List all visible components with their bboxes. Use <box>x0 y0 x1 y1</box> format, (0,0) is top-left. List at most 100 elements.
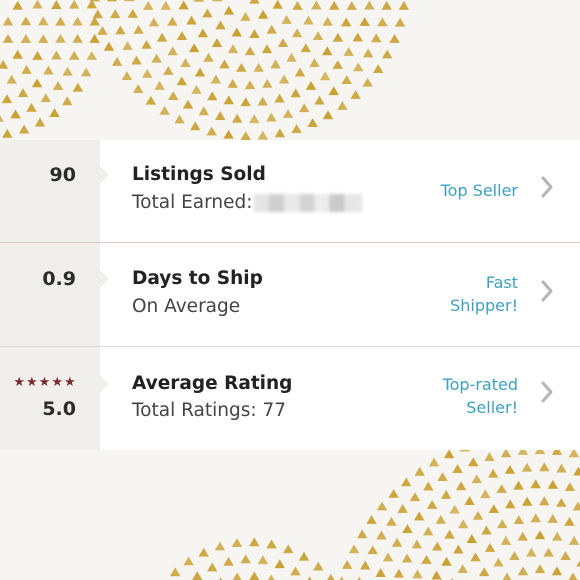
gold-triangle <box>223 130 233 139</box>
gold-triangle <box>183 556 193 565</box>
gold-triangle <box>564 517 574 526</box>
row-notch <box>100 166 109 184</box>
gold-triangle <box>69 0 79 9</box>
gold-triangle <box>21 34 31 43</box>
chevron-right-icon[interactable] <box>541 381 553 403</box>
gold-triangle <box>266 113 276 122</box>
gold-triangle <box>12 1 22 10</box>
gold-triangle <box>488 469 498 478</box>
gold-triangle <box>323 110 333 119</box>
gold-triangle <box>87 51 97 60</box>
gold-triangle <box>168 91 178 100</box>
gold-triangle <box>473 511 483 520</box>
gold-triangle <box>89 17 99 26</box>
gold-triangle <box>215 542 225 551</box>
gold-triangle <box>207 127 217 136</box>
gold-triangle <box>513 481 523 490</box>
total-earned-text: Total Earned: <box>132 192 362 213</box>
gold-triangle <box>569 450 579 457</box>
gold-triangle <box>192 571 202 580</box>
gold-triangle <box>320 71 330 80</box>
gold-triangle <box>291 88 301 97</box>
gold-triangle <box>159 106 169 115</box>
gold-triangle <box>207 563 217 572</box>
gold-triangle <box>399 1 409 10</box>
gold-triangle <box>441 557 451 566</box>
gold-triangle <box>322 46 332 55</box>
listings-sold-title: Listings Sold <box>132 164 266 185</box>
gold-triangle <box>270 60 280 69</box>
gold-triangle <box>382 50 392 59</box>
gold-triangle <box>6 75 16 84</box>
gold-triangle <box>157 33 167 42</box>
gold-triangle <box>392 538 402 547</box>
gold-triangle <box>535 450 545 454</box>
gold-triangle <box>362 78 372 87</box>
fast-shipper-badge[interactable]: Fast Shipper! <box>450 271 518 317</box>
gold-triangle <box>377 502 387 511</box>
days-to-ship-row[interactable]: 0.9 Days to Ship On Average Fast Shipper… <box>0 243 580 347</box>
gold-triangle <box>303 16 313 25</box>
average-rating-row[interactable]: ★★★★★ 5.0 Average Rating Total Ratings: … <box>0 347 580 450</box>
gold-triangle <box>548 514 558 523</box>
gold-triangle <box>458 519 468 528</box>
gold-triangle <box>211 75 221 84</box>
rating-stars-icon: ★★★★★ <box>6 375 84 390</box>
gold-triangle <box>569 536 579 545</box>
top-rated-seller-badge[interactable]: Top-rated Seller! <box>443 373 518 419</box>
gold-triangle <box>249 29 259 38</box>
gold-triangle <box>32 78 42 87</box>
gold-triangle <box>0 113 4 122</box>
gold-triangle <box>467 534 477 543</box>
gold-triangle <box>180 58 190 67</box>
gold-triangle <box>262 79 272 88</box>
gold-triangle <box>437 472 447 481</box>
gold-triangle <box>485 543 495 552</box>
gold-triangle <box>560 551 570 560</box>
gold-triangle <box>432 542 442 551</box>
gold-triangle <box>93 9 103 18</box>
chevron-right-icon[interactable] <box>541 280 553 302</box>
gold-triangle <box>470 552 480 561</box>
gold-triangle <box>484 452 494 461</box>
gold-triangle <box>112 57 122 66</box>
closet-stats-card: 90 Listings Sold Total Earned: Top Selle… <box>0 0 580 580</box>
gold-triangle <box>423 527 433 536</box>
gold-triangle <box>401 477 411 486</box>
badge-line: Top-rated <box>443 373 518 396</box>
gold-triangle <box>55 34 65 43</box>
gold-triangle <box>224 95 234 104</box>
gold-triangle <box>423 482 433 491</box>
days-to-ship-value: 0.9 <box>0 268 76 290</box>
gold-triangle <box>472 474 482 483</box>
gold-triangle-pattern-bottom <box>0 450 580 580</box>
gold-triangle <box>452 464 462 473</box>
gold-triangle <box>386 517 396 526</box>
listings-sold-row[interactable]: 90 Listings Sold Total Earned: Top Selle… <box>0 140 580 243</box>
gold-triangle <box>314 96 324 105</box>
gold-triangle <box>501 450 511 457</box>
gold-triangle <box>367 545 377 554</box>
chevron-right-icon[interactable] <box>541 176 553 198</box>
gold-triangle <box>258 131 268 140</box>
gold-triangle <box>518 450 528 455</box>
gold-triangle <box>344 47 354 56</box>
top-seller-badge[interactable]: Top Seller <box>441 179 518 202</box>
gold-triangle <box>395 18 405 27</box>
gold-triangle <box>72 17 82 26</box>
on-average-text: On Average <box>132 296 240 317</box>
days-to-ship-title: Days to Ship <box>132 268 263 289</box>
gold-triangle <box>421 555 431 564</box>
gold-triangle <box>73 83 83 92</box>
gold-triangle <box>183 100 193 109</box>
gold-triangle <box>480 489 490 498</box>
gold-triangle <box>72 34 82 43</box>
gold-triangle <box>286 53 296 62</box>
gold-triangle <box>168 46 178 55</box>
gold-triangle <box>232 28 242 37</box>
gold-triangle <box>383 553 393 562</box>
gold-triangle <box>509 551 519 560</box>
gold-triangle <box>481 526 491 535</box>
gold-triangle <box>436 515 446 524</box>
gold-triangle <box>236 63 246 72</box>
